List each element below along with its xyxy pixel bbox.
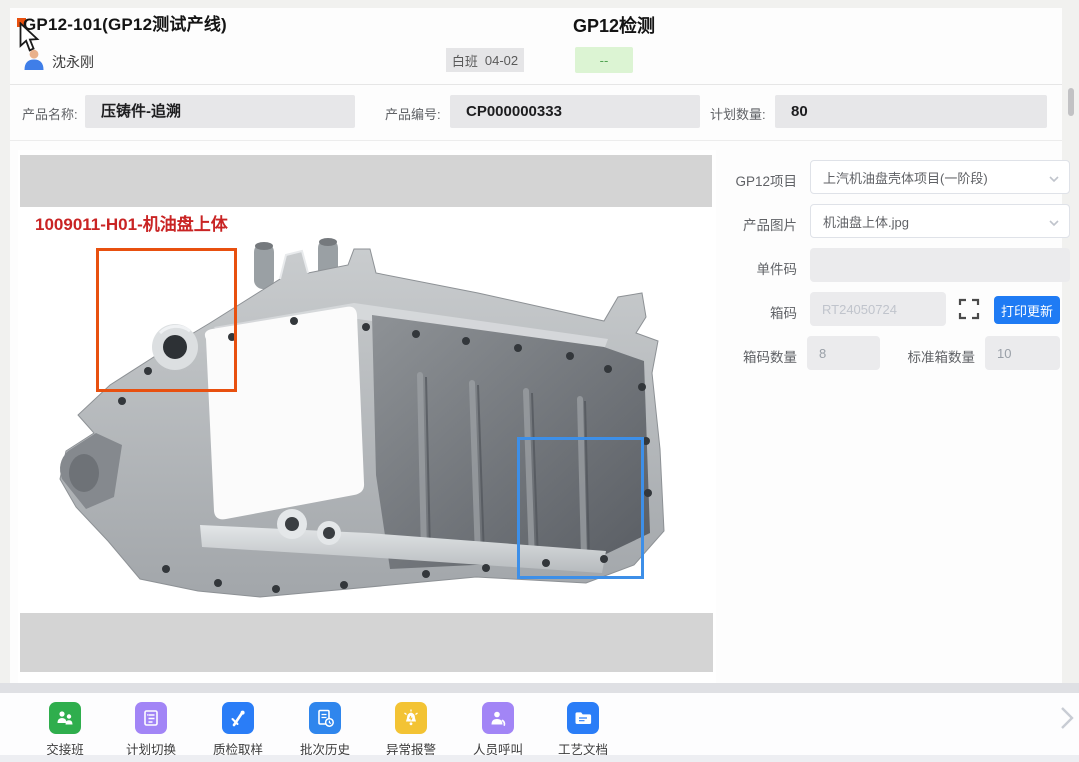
product-code-field[interactable]: CP000000333 — [450, 95, 700, 128]
gp12-form-panel: GP12项目 上汽机油盘壳体项目(一阶段) 产品图片 机油盘上体.jpg 单件码… — [730, 150, 1070, 390]
inspection-highlight-blue — [517, 437, 644, 579]
box-code-input[interactable] — [810, 292, 946, 326]
scan-icon[interactable] — [958, 298, 980, 320]
plan-qty-field[interactable]: 80 — [775, 95, 1047, 128]
print-update-button[interactable]: 打印更新 — [994, 296, 1060, 324]
product-picture-label: 产品图片 — [743, 218, 797, 233]
staff-call-icon — [482, 702, 514, 734]
gp12-project-select[interactable]: 上汽机油盘壳体项目(一阶段) — [810, 160, 1070, 194]
unit-code-input[interactable] — [810, 248, 1070, 282]
shift-date: 04-02 — [484, 52, 519, 68]
standard-box-input[interactable] — [985, 336, 1060, 370]
toolbar-item-quality-sampling[interactable]: 质检取样 — [207, 702, 269, 758]
standard-box-label: 标准箱数量 — [907, 350, 976, 365]
app-window: GP12-101(GP12测试产线) GP12检测 沈永刚 白班 04-02 -… — [0, 0, 1079, 762]
toolbar-item-plan-switch[interactable]: 计划切换 — [120, 702, 182, 758]
box-code-label: 箱码 — [770, 306, 797, 321]
page-title: GP12检测 — [573, 16, 656, 36]
quality-sample-icon — [222, 702, 254, 734]
product-name-value: 压铸件-追溯 — [101, 103, 181, 120]
production-line-title: GP12-101(GP12测试产线) — [23, 15, 227, 34]
inspection-highlight-orange — [96, 248, 237, 392]
product-code-label: 产品编号: — [385, 107, 441, 122]
unit-code-label: 单件码 — [756, 262, 798, 277]
product-image-panel: 1009011-H01-机油盘上体 — [18, 150, 716, 683]
main-content: GP12-101(GP12测试产线) GP12检测 沈永刚 白班 04-02 -… — [10, 8, 1070, 683]
bottom-edge-strip — [0, 755, 1079, 762]
toolbar-item-alarm[interactable]: 异常报警 — [380, 702, 442, 758]
chevron-down-icon — [1049, 220, 1059, 227]
plan-qty-value: 80 — [791, 103, 808, 120]
plan-qty-label: 计划数量: — [710, 107, 766, 122]
image-bottom-placeholder-bar — [20, 613, 713, 672]
toolbar-item-shift-handover[interactable]: 交接班 — [34, 702, 96, 758]
vertical-scrollbar[interactable] — [1068, 88, 1074, 116]
plan-switch-icon — [135, 702, 167, 734]
chevron-right-icon[interactable] — [1058, 705, 1076, 731]
product-name-field[interactable]: 压铸件-追溯 — [85, 95, 355, 128]
product-picture-value: 机油盘上体.jpg — [823, 214, 909, 230]
shift-label: 白班 — [451, 53, 478, 69]
batch-history-icon — [309, 702, 341, 734]
chevron-down-icon — [1049, 176, 1059, 183]
part-caption: 1009011-H01-机油盘上体 — [35, 215, 228, 234]
product-code-value: CP000000333 — [466, 103, 562, 120]
gp12-project-value: 上汽机油盘壳体项目(一阶段) — [823, 170, 988, 186]
user-avatar-icon — [24, 49, 44, 70]
product-picture-select[interactable]: 机油盘上体.jpg — [810, 204, 1070, 238]
shift-handover-icon — [49, 702, 81, 734]
bottom-toolbar: 交接班 计划切换 质检取样 批次历史 异常报警 人员呼叫 工艺文档 — [0, 693, 1079, 758]
section-divider-band — [0, 683, 1079, 693]
operator-name: 沈永刚 — [52, 54, 94, 70]
box-count-label: 箱码数量 — [743, 350, 797, 365]
toolbar-item-staff-call[interactable]: 人员呼叫 — [467, 702, 529, 758]
image-top-placeholder-bar — [20, 155, 712, 207]
gp12-project-label: GP12项目 — [735, 174, 797, 189]
alarm-icon — [395, 702, 427, 734]
toolbar-item-batch-history[interactable]: 批次历史 — [294, 702, 356, 758]
product-name-label: 产品名称: — [22, 107, 78, 122]
form-divider — [10, 140, 1062, 141]
status-badge: -- — [575, 47, 633, 73]
header-divider — [10, 84, 1062, 85]
shift-badge: 白班 04-02 — [446, 48, 524, 72]
toolbar-item-process-doc[interactable]: 工艺文档 — [552, 702, 614, 758]
process-doc-icon — [567, 702, 599, 734]
box-count-input[interactable] — [807, 336, 880, 370]
